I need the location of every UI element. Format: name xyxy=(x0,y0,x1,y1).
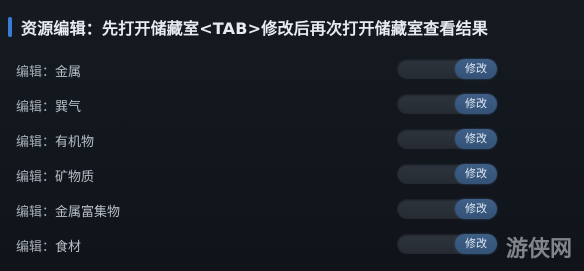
modify-button[interactable]: 修改 xyxy=(455,129,497,149)
resource-name: 巽气 xyxy=(55,100,82,115)
resource-name: 矿物质 xyxy=(55,170,95,185)
row-prefix: 编辑： xyxy=(16,240,56,255)
resource-row-organics: 编辑：有机物 修改 xyxy=(0,123,584,157)
header-accent-bar xyxy=(8,17,12,37)
resource-row-metal: 编辑：金属 修改 xyxy=(0,53,584,87)
value-track[interactable]: 修改 xyxy=(397,199,497,219)
value-track[interactable]: 修改 xyxy=(397,164,497,184)
site-watermark: 游侠网 xyxy=(505,236,572,262)
resource-row-metal-concentrate: 编辑：金属富集物 修改 xyxy=(0,193,584,227)
resource-label: 编辑：金属 xyxy=(16,61,81,80)
resource-label: 编辑：有机物 xyxy=(16,131,94,150)
panel-header: 资源编辑：先打开储藏室<TAB>修改后再次打开储藏室查看结果 xyxy=(8,14,488,40)
modify-button[interactable]: 修改 xyxy=(455,199,497,219)
resource-label: 编辑：食材 xyxy=(16,236,81,255)
page-title: 资源编辑：先打开储藏室<TAB>修改后再次打开储藏室查看结果 xyxy=(21,19,489,38)
modify-button[interactable]: 修改 xyxy=(455,94,497,114)
modify-button[interactable]: 修改 xyxy=(455,59,497,79)
resource-editor-panel: 资源编辑：先打开储藏室<TAB>修改后再次打开储藏室查看结果 编辑：金属 修改 … xyxy=(0,0,584,271)
row-prefix: 编辑： xyxy=(16,170,56,185)
row-prefix: 编辑： xyxy=(16,100,56,115)
resource-name: 金属 xyxy=(55,65,82,80)
value-track[interactable]: 修改 xyxy=(397,129,497,149)
resource-row-food: 编辑：食材 修改 xyxy=(0,228,584,262)
row-prefix: 编辑： xyxy=(16,205,56,220)
modify-button[interactable]: 修改 xyxy=(455,234,497,254)
resource-label: 编辑：巽气 xyxy=(16,96,81,115)
resource-row-minerals: 编辑：矿物质 修改 xyxy=(0,158,584,192)
value-track[interactable]: 修改 xyxy=(397,234,497,254)
resource-name: 食材 xyxy=(55,240,82,255)
resource-row-gas: 编辑：巽气 修改 xyxy=(0,88,584,122)
resource-label: 编辑：金属富集物 xyxy=(16,201,120,220)
value-track[interactable]: 修改 xyxy=(397,59,497,79)
resource-name: 金属富集物 xyxy=(55,205,121,220)
resource-name: 有机物 xyxy=(55,135,95,150)
modify-button[interactable]: 修改 xyxy=(455,164,497,184)
value-track[interactable]: 修改 xyxy=(397,94,497,114)
resource-label: 编辑：矿物质 xyxy=(16,166,94,185)
row-prefix: 编辑： xyxy=(16,135,56,150)
row-prefix: 编辑： xyxy=(16,65,56,80)
